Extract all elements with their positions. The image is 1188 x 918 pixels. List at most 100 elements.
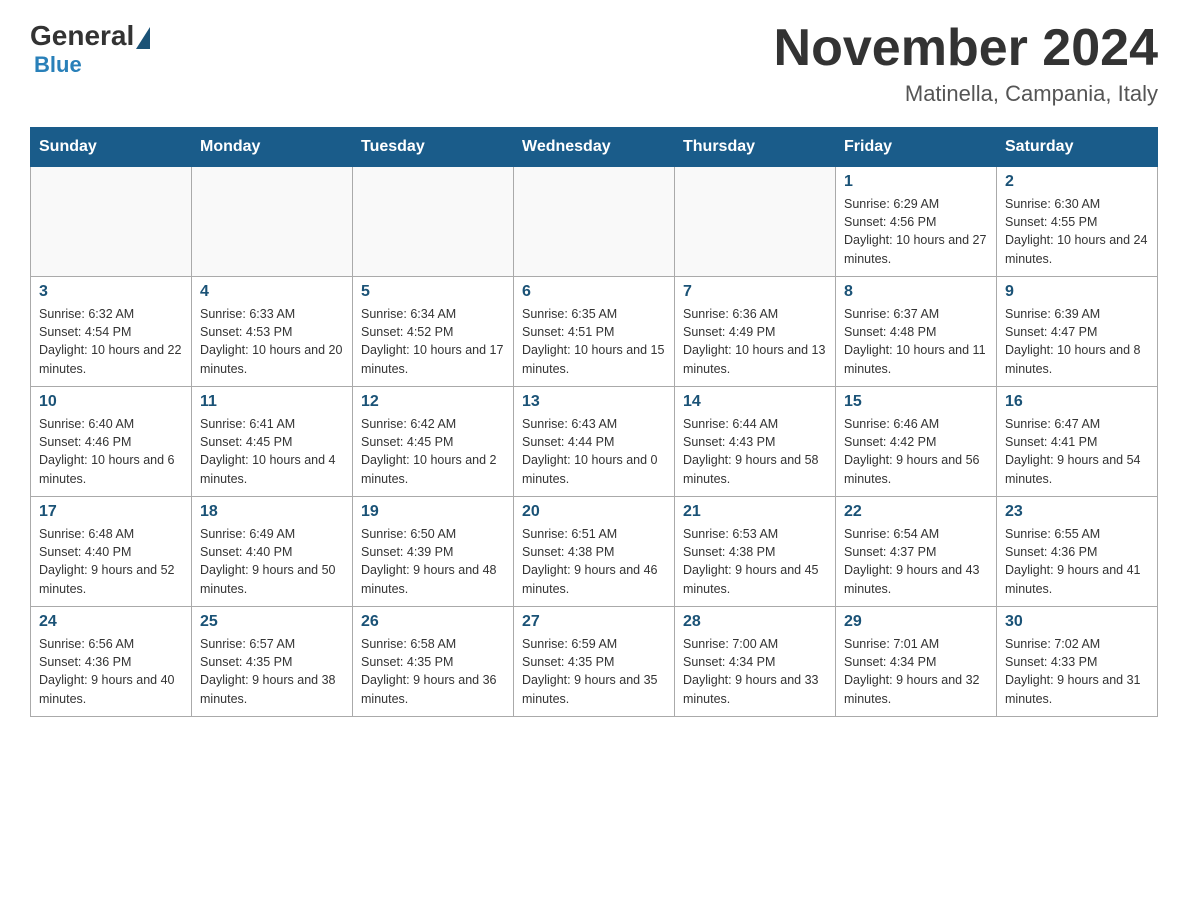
day-cell: 15Sunrise: 6:46 AM Sunset: 4:42 PM Dayli…	[836, 387, 997, 497]
day-number: 20	[522, 503, 666, 521]
day-number: 18	[200, 503, 344, 521]
day-cell: 26Sunrise: 6:58 AM Sunset: 4:35 PM Dayli…	[353, 607, 514, 717]
day-number: 5	[361, 283, 505, 301]
day-cell: 17 Sunrise: 6:48 AM Sunset: 4:40 PM Dayli…	[31, 497, 192, 607]
day-number: 19	[361, 503, 505, 521]
day-cell: 20 Sunrise: 6:51 AM Sunset: 4:38 PM Dayli…	[514, 497, 675, 607]
day-cell: 8Sunrise: 6:37 AM Sunset: 4:48 PM Daylig…	[836, 277, 997, 387]
day-cell: 28 Sunrise: 7:00 AM Sunset: 4:34 PM Dayli…	[675, 607, 836, 717]
day-info: Sunrise: 6:47 AM Sunset: 4:41 PM Dayligh…	[1005, 415, 1149, 488]
header-monday: Monday	[192, 128, 353, 167]
day-info: Sunrise: 6:55 AM Sunset: 4:36 PM Dayligh…	[1005, 525, 1149, 598]
header-thursday: Thursday	[675, 128, 836, 167]
day-number: 29	[844, 613, 988, 631]
week-row-3: 10 Sunrise: 6:40 AM Sunset: 4:46 PM Dayli…	[31, 387, 1158, 497]
logo-triangle-icon	[136, 27, 150, 49]
day-cell: 25 Sunrise: 6:57 AM Sunset: 4:35 PM Dayli…	[192, 607, 353, 717]
day-info: Sunrise: 6:29 AM Sunset: 4:56 PM Dayligh…	[844, 195, 988, 268]
day-info: Sunrise: 6:48 AM Sunset: 4:40 PM Dayligh…	[39, 525, 183, 598]
day-number: 23	[1005, 503, 1149, 521]
day-info: Sunrise: 7:01 AM Sunset: 4:34 PM Dayligh…	[844, 635, 988, 708]
week-row-5: 24Sunrise: 6:56 AM Sunset: 4:36 PM Dayli…	[31, 607, 1158, 717]
day-cell: 11 Sunrise: 6:41 AM Sunset: 4:45 PM Dayli…	[192, 387, 353, 497]
day-cell	[31, 167, 192, 277]
day-info: Sunrise: 6:41 AM Sunset: 4:45 PM Dayligh…	[200, 415, 344, 488]
day-info: Sunrise: 6:49 AM Sunset: 4:40 PM Dayligh…	[200, 525, 344, 598]
day-info: Sunrise: 6:53 AM Sunset: 4:38 PM Dayligh…	[683, 525, 827, 598]
logo: General Blue	[30, 20, 152, 78]
day-cell: 19 Sunrise: 6:50 AM Sunset: 4:39 PM Dayli…	[353, 497, 514, 607]
day-cell: 5Sunrise: 6:34 AM Sunset: 4:52 PM Daylig…	[353, 277, 514, 387]
day-number: 6	[522, 283, 666, 301]
day-cell: 9 Sunrise: 6:39 AM Sunset: 4:47 PM Daylig…	[997, 277, 1158, 387]
day-cell: 18 Sunrise: 6:49 AM Sunset: 4:40 PM Dayli…	[192, 497, 353, 607]
day-number: 28	[683, 613, 827, 631]
day-number: 3	[39, 283, 183, 301]
day-cell	[192, 167, 353, 277]
title-area: November 2024 Matinella, Campania, Italy	[774, 20, 1158, 107]
logo-blue-text: Blue	[34, 52, 82, 78]
day-number: 17	[39, 503, 183, 521]
header-friday: Friday	[836, 128, 997, 167]
day-number: 16	[1005, 393, 1149, 411]
day-info: Sunrise: 6:37 AM Sunset: 4:48 PM Dayligh…	[844, 305, 988, 378]
day-number: 10	[39, 393, 183, 411]
day-cell: 6 Sunrise: 6:35 AM Sunset: 4:51 PM Daylig…	[514, 277, 675, 387]
page-header: General Blue November 2024 Matinella, Ca…	[30, 20, 1158, 107]
day-info: Sunrise: 6:57 AM Sunset: 4:35 PM Dayligh…	[200, 635, 344, 708]
day-cell: 27Sunrise: 6:59 AM Sunset: 4:35 PM Dayli…	[514, 607, 675, 717]
days-of-week-row: Sunday Monday Tuesday Wednesday Thursday…	[31, 128, 1158, 167]
header-saturday: Saturday	[997, 128, 1158, 167]
day-cell: 21 Sunrise: 6:53 AM Sunset: 4:38 PM Dayli…	[675, 497, 836, 607]
day-info: Sunrise: 6:44 AM Sunset: 4:43 PM Dayligh…	[683, 415, 827, 488]
day-cell: 12Sunrise: 6:42 AM Sunset: 4:45 PM Dayli…	[353, 387, 514, 497]
calendar-header: Sunday Monday Tuesday Wednesday Thursday…	[31, 128, 1158, 167]
logo-general-text: General	[30, 20, 134, 52]
day-cell: 4Sunrise: 6:33 AM Sunset: 4:53 PM Daylig…	[192, 277, 353, 387]
day-info: Sunrise: 6:39 AM Sunset: 4:47 PM Dayligh…	[1005, 305, 1149, 378]
day-cell: 1 Sunrise: 6:29 AM Sunset: 4:56 PM Daylig…	[836, 167, 997, 277]
day-info: Sunrise: 6:51 AM Sunset: 4:38 PM Dayligh…	[522, 525, 666, 598]
day-info: Sunrise: 6:56 AM Sunset: 4:36 PM Dayligh…	[39, 635, 183, 708]
day-number: 13	[522, 393, 666, 411]
day-number: 9	[1005, 283, 1149, 301]
day-cell: 29 Sunrise: 7:01 AM Sunset: 4:34 PM Dayli…	[836, 607, 997, 717]
day-number: 26	[361, 613, 505, 631]
week-row-2: 3 Sunrise: 6:32 AM Sunset: 4:54 PM Daylig…	[31, 277, 1158, 387]
day-number: 25	[200, 613, 344, 631]
day-info: Sunrise: 6:36 AM Sunset: 4:49 PM Dayligh…	[683, 305, 827, 378]
location: Matinella, Campania, Italy	[774, 81, 1158, 107]
day-info: Sunrise: 6:35 AM Sunset: 4:51 PM Dayligh…	[522, 305, 666, 378]
day-info: Sunrise: 6:30 AM Sunset: 4:55 PM Dayligh…	[1005, 195, 1149, 268]
day-info: Sunrise: 6:43 AM Sunset: 4:44 PM Dayligh…	[522, 415, 666, 488]
day-number: 12	[361, 393, 505, 411]
calendar-table: Sunday Monday Tuesday Wednesday Thursday…	[30, 127, 1158, 717]
day-info: Sunrise: 6:40 AM Sunset: 4:46 PM Dayligh…	[39, 415, 183, 488]
day-info: Sunrise: 7:02 AM Sunset: 4:33 PM Dayligh…	[1005, 635, 1149, 708]
day-number: 27	[522, 613, 666, 631]
day-cell: 3 Sunrise: 6:32 AM Sunset: 4:54 PM Daylig…	[31, 277, 192, 387]
month-title: November 2024	[774, 20, 1158, 77]
day-number: 11	[200, 393, 344, 411]
day-number: 1	[844, 173, 988, 191]
week-row-1: 1 Sunrise: 6:29 AM Sunset: 4:56 PM Daylig…	[31, 167, 1158, 277]
day-cell: 10 Sunrise: 6:40 AM Sunset: 4:46 PM Dayli…	[31, 387, 192, 497]
day-cell: 22 Sunrise: 6:54 AM Sunset: 4:37 PM Dayli…	[836, 497, 997, 607]
day-cell: 24Sunrise: 6:56 AM Sunset: 4:36 PM Dayli…	[31, 607, 192, 717]
week-row-4: 17 Sunrise: 6:48 AM Sunset: 4:40 PM Dayli…	[31, 497, 1158, 607]
day-info: Sunrise: 6:32 AM Sunset: 4:54 PM Dayligh…	[39, 305, 183, 378]
day-number: 7	[683, 283, 827, 301]
day-number: 21	[683, 503, 827, 521]
day-cell	[353, 167, 514, 277]
day-info: Sunrise: 6:54 AM Sunset: 4:37 PM Dayligh…	[844, 525, 988, 598]
day-info: Sunrise: 7:00 AM Sunset: 4:34 PM Dayligh…	[683, 635, 827, 708]
calendar-body: 1 Sunrise: 6:29 AM Sunset: 4:56 PM Daylig…	[31, 167, 1158, 717]
day-info: Sunrise: 6:50 AM Sunset: 4:39 PM Dayligh…	[361, 525, 505, 598]
day-number: 15	[844, 393, 988, 411]
day-cell: 23 Sunrise: 6:55 AM Sunset: 4:36 PM Dayli…	[997, 497, 1158, 607]
day-number: 22	[844, 503, 988, 521]
day-cell: 7 Sunrise: 6:36 AM Sunset: 4:49 PM Daylig…	[675, 277, 836, 387]
header-tuesday: Tuesday	[353, 128, 514, 167]
header-sunday: Sunday	[31, 128, 192, 167]
day-cell: 2Sunrise: 6:30 AM Sunset: 4:55 PM Daylig…	[997, 167, 1158, 277]
